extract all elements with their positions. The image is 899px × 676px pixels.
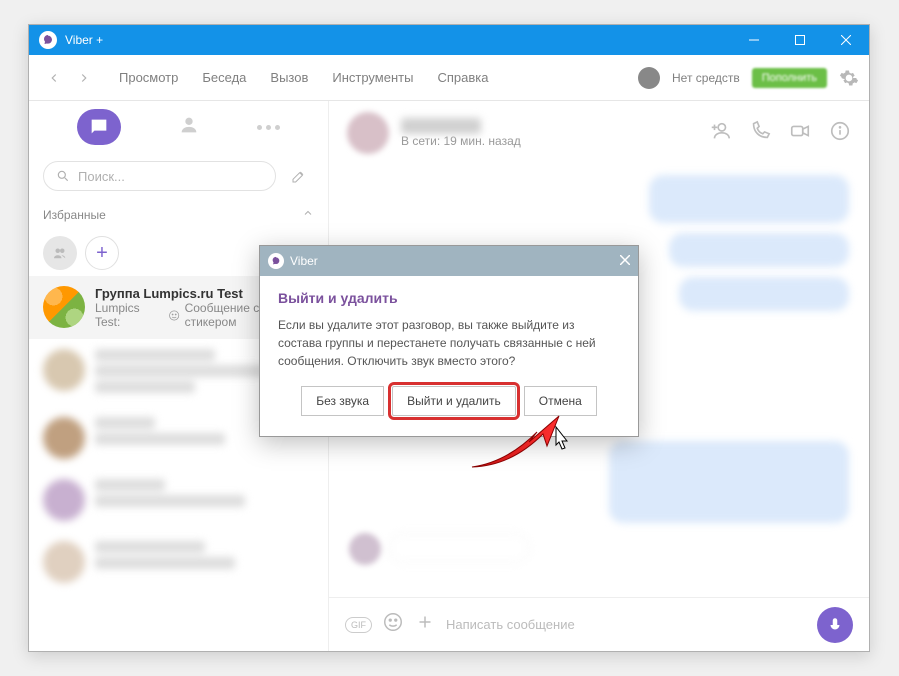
dialog-body-text: Если вы удалите этот разговор, вы также … <box>278 316 620 370</box>
dialog-title: Viber <box>290 254 318 268</box>
cursor-icon <box>548 425 574 457</box>
confirm-dialog: Viber Выйти и удалить Если вы удалите эт… <box>259 245 639 437</box>
dialog-overlay: Viber Выйти и удалить Если вы удалите эт… <box>29 25 869 651</box>
viber-logo-icon <box>268 253 284 269</box>
mute-button[interactable]: Без звука <box>301 386 384 416</box>
dialog-titlebar: Viber <box>260 246 638 276</box>
dialog-heading: Выйти и удалить <box>278 290 620 306</box>
dialog-close-button[interactable] <box>620 254 630 268</box>
app-window: Viber + Просмотр Беседа Вызов Инструмент… <box>28 24 870 652</box>
